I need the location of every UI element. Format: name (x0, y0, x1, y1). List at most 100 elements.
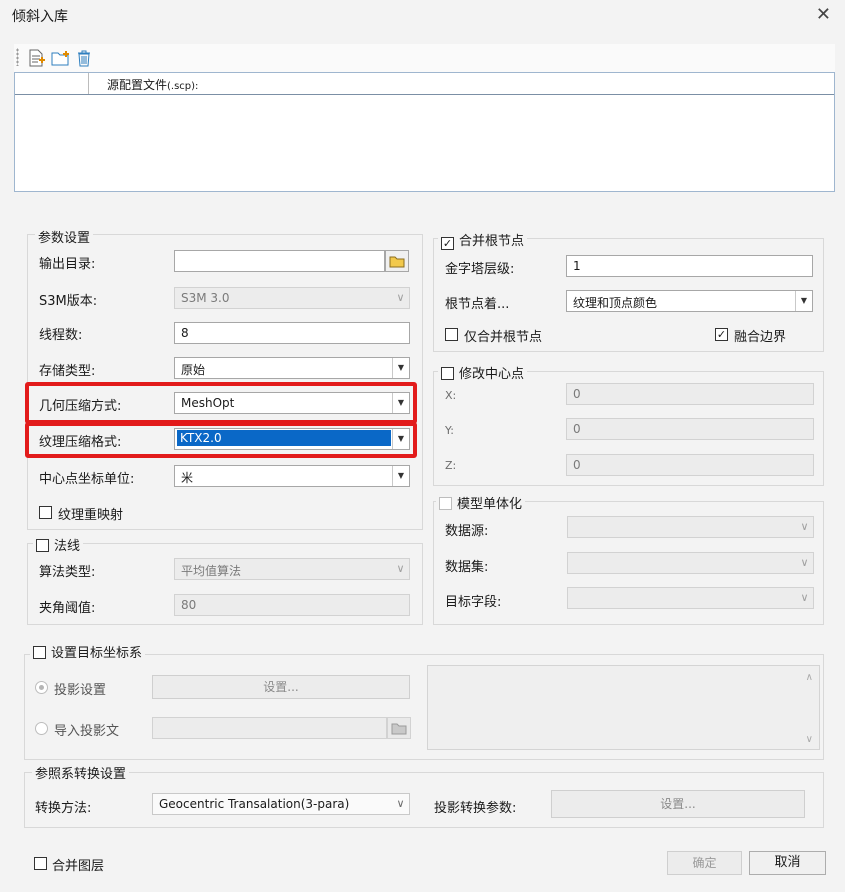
source-config-table[interactable]: 源配置文件(.scp): (14, 72, 835, 192)
dropdown-arrow-icon[interactable]: ▼ (392, 358, 409, 378)
s3m-version-label: S3M版本: (39, 294, 98, 309)
toolbar-grip-icon[interactable] (16, 48, 19, 66)
pyramid-level-label: 金字塔层级: (445, 262, 515, 277)
geometry-compression-select[interactable]: MeshOpt ▼ (174, 392, 410, 414)
close-icon[interactable]: ✕ (816, 4, 831, 25)
pyramid-level-input[interactable]: 1 (566, 255, 813, 277)
merge-root-checkbox[interactable]: ✓ (441, 237, 454, 250)
merge-root-title-text: 合并根节点 (459, 234, 525, 249)
chevron-down-icon[interactable]: ∨ (392, 288, 409, 308)
new-folder-icon[interactable] (50, 48, 70, 68)
column-suffix: (.scp): (167, 81, 199, 92)
target-field-select[interactable]: ∨ (567, 587, 814, 609)
column-title: 源配置文件 (107, 78, 168, 92)
merge-boundary-label: 融合边界 (734, 330, 787, 345)
chevron-down-icon[interactable]: ∨ (796, 517, 813, 537)
column-header-source-config[interactable]: 源配置文件(.scp): (107, 76, 198, 93)
transform-method-label: 转换方法: (35, 801, 92, 816)
normals-title-text: 法线 (54, 539, 81, 554)
target-crs-title-text: 设置目标坐标系 (51, 646, 143, 661)
dropdown-arrow-icon[interactable]: ▼ (392, 466, 409, 486)
params-group-title: 参数设置 (35, 227, 94, 246)
threads-label: 线程数: (39, 328, 83, 343)
center-unit-select[interactable]: 米 ▼ (174, 465, 410, 487)
texture-compression-label: 纹理压缩格式: (39, 435, 122, 450)
projection-setting-button[interactable]: 设置... (152, 675, 410, 699)
chevron-down-icon[interactable]: ∨ (392, 794, 409, 814)
root-color-select[interactable]: 纹理和顶点颜色 ▼ (566, 290, 813, 312)
ok-button[interactable]: 确定 (667, 851, 742, 875)
texture-remap-checkbox[interactable] (39, 506, 52, 519)
window-title: 倾斜入库 (12, 9, 68, 25)
import-projection-input[interactable] (152, 717, 387, 739)
import-projection-radio[interactable] (35, 722, 48, 735)
angle-label: 夹角阈值: (39, 601, 96, 616)
target-field-label: 目标字段: (445, 595, 502, 610)
cancel-button[interactable]: 取消 (749, 851, 826, 875)
y-input[interactable]: 0 (566, 418, 814, 440)
projection-transform-params-label: 投影转换参数: (434, 801, 517, 816)
table-header: 源配置文件(.scp): (15, 73, 834, 95)
projection-transform-params-button[interactable]: 设置... (551, 790, 805, 818)
center-point-group-title: 修改中心点 (438, 363, 528, 382)
delete-icon[interactable] (74, 48, 94, 68)
toolbar (14, 44, 835, 72)
dropdown-arrow-icon[interactable]: ▼ (392, 393, 409, 413)
datasource-select[interactable]: ∨ (567, 516, 814, 538)
scroll-down-icon[interactable]: ∨ (806, 734, 813, 745)
texture-remap-label: 纹理重映射 (58, 508, 124, 523)
merge-layers-checkbox[interactable] (34, 857, 47, 870)
only-merge-root-checkbox[interactable] (445, 328, 458, 341)
storage-type-select[interactable]: 原始 ▼ (174, 357, 410, 379)
s3m-version-value: S3M 3.0 (181, 291, 230, 305)
new-file-icon[interactable] (26, 48, 46, 68)
output-dir-input[interactable] (174, 250, 385, 272)
dataset-select[interactable]: ∨ (567, 552, 814, 574)
y-label: Y: (445, 424, 454, 437)
x-label: X: (445, 389, 457, 402)
chevron-down-icon[interactable]: ∨ (392, 559, 409, 579)
model-individual-title-text: 模型单体化 (457, 497, 523, 512)
geometry-compression-label: 几何压缩方式: (39, 399, 122, 414)
algorithm-label: 算法类型: (39, 565, 96, 580)
row-header-cell (15, 73, 89, 94)
merge-boundary-checkbox[interactable]: ✓ (715, 328, 728, 341)
chevron-down-icon[interactable]: ∨ (796, 588, 813, 608)
center-unit-value: 米 (181, 471, 194, 485)
algorithm-select[interactable]: 平均值算法 ∨ (174, 558, 410, 580)
dataset-label: 数据集: (445, 560, 489, 575)
center-point-checkbox[interactable] (441, 367, 454, 380)
only-merge-root-label: 仅合并根节点 (464, 330, 543, 345)
model-individual-checkbox[interactable] (439, 497, 452, 510)
transform-method-select[interactable]: Geocentric Transalation(3-para) ∨ (152, 793, 410, 815)
x-input[interactable]: 0 (566, 383, 814, 405)
model-individual-group-title: 模型单体化 (436, 493, 526, 512)
center-unit-label: 中心点坐标单位: (39, 472, 135, 487)
s3m-version-select[interactable]: S3M 3.0 ∨ (174, 287, 410, 309)
datasource-label: 数据源: (445, 524, 489, 539)
z-input[interactable]: 0 (566, 454, 814, 476)
folder-browse-icon[interactable] (385, 250, 409, 272)
chevron-down-icon[interactable]: ∨ (796, 553, 813, 573)
crs-info-textarea[interactable]: ∧ ∨ (427, 665, 820, 750)
projection-setting-radio[interactable] (35, 681, 48, 694)
import-browse-icon[interactable] (387, 717, 411, 739)
dropdown-arrow-icon[interactable]: ▼ (392, 429, 409, 449)
target-crs-checkbox[interactable] (33, 646, 46, 659)
projection-setting-label: 投影设置 (54, 683, 107, 698)
threads-input[interactable]: 8 (174, 322, 410, 344)
center-point-title-text: 修改中心点 (459, 367, 525, 382)
normals-group-title: 法线 (33, 535, 84, 554)
import-projection-label: 导入投影文 (54, 724, 120, 739)
root-color-value: 纹理和顶点颜色 (573, 296, 658, 310)
texture-compression-select[interactable]: KTX2.0 ▼ (174, 428, 410, 450)
storage-type-value: 原始 (181, 363, 206, 377)
transform-group-title: 参照系转换设置 (32, 763, 130, 782)
texture-compression-value: KTX2.0 (177, 430, 391, 446)
angle-input[interactable]: 80 (174, 594, 410, 616)
transform-method-value: Geocentric Transalation(3-para) (159, 797, 350, 811)
dropdown-arrow-icon[interactable]: ▼ (795, 291, 812, 311)
scroll-up-icon[interactable]: ∧ (806, 672, 813, 683)
storage-type-label: 存储类型: (39, 364, 96, 379)
normals-checkbox[interactable] (36, 539, 49, 552)
